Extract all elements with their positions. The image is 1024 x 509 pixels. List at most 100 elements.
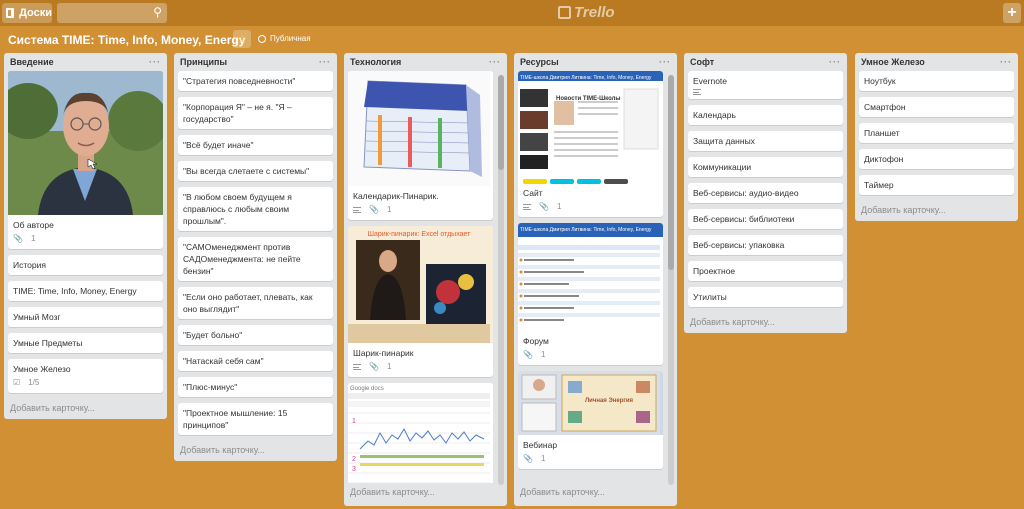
list-menu-icon[interactable]: ··· [829,57,841,67]
list-item[interactable]: "Если оно работает, плевать, как оно выг… [178,287,333,319]
card-google-sheet[interactable]: Google docs 1 2 3 [348,383,493,483]
card-site[interactable]: TIME-школа Дмитрия Литвина: Time, Info, … [518,71,663,217]
search-icon[interactable]: ⚲ [153,5,162,19]
card-title: Об авторе [13,220,54,230]
card-title: Утилиты [693,292,727,302]
card-smart-brain[interactable]: Умный Мозг [8,307,163,327]
list-item[interactable]: "Проектное мышление: 15 принципов" [178,403,333,435]
card-title: "Натаскай себя сам" [183,356,264,366]
label-blue [577,179,601,184]
list-item[interactable]: Проектное [688,261,843,281]
card-title: Веб-сервисы: упаковка [693,240,785,250]
list-item[interactable]: "Корпорация Я" – не я. "Я – государство" [178,97,333,129]
trello-logo[interactable]: Trello [558,4,615,21]
svg-text:3: 3 [352,466,356,473]
list-item[interactable]: "Будет больно" [178,325,333,345]
list-item[interactable]: "Натаскай себя сам" [178,351,333,371]
add-card-button[interactable]: Добавить карточку... [514,483,677,503]
card-evernote[interactable]: Evernote [688,71,843,99]
cover-caption: TIME-школа Дмитрия Литвина: Time, Info, … [518,71,663,81]
star-icon[interactable]: ☆ [233,30,251,48]
list-item[interactable]: Планшет [859,123,1014,143]
card-title: Планшет [864,128,900,138]
add-card-button[interactable]: Добавить карточку... [855,201,1018,221]
card-forum[interactable]: TIME-школа Дмитрия Литвина: Time, Info, … [518,223,663,365]
visibility-button[interactable]: Публичная [258,34,311,43]
list-item[interactable]: Ноутбук [859,71,1014,91]
list-item[interactable]: "САМОменеджмент против САДОменеджмента: … [178,237,333,281]
card-title: "В любом своем будущем я справлюсь с люб… [183,192,292,226]
scroll-thumb[interactable] [498,75,504,170]
attachment-icon: 📎 [369,205,379,214]
list-item[interactable]: "Плюс-минус" [178,377,333,397]
list-item[interactable]: Смартфон [859,97,1014,117]
card-title: Защита данных [693,136,755,146]
scroll-thumb[interactable] [668,75,674,270]
list-item[interactable]: Календарь [688,105,843,125]
list-item[interactable]: Веб-сервисы: упаковка [688,235,843,255]
list-item[interactable]: Веб-сервисы: библиотеки [688,209,843,229]
list-item[interactable]: Утилиты [688,287,843,307]
add-card-button[interactable]: Добавить карточку... [174,441,337,461]
scrollbar[interactable] [498,75,504,485]
card-history[interactable]: История [8,255,163,275]
list-item[interactable]: Коммуникации [688,157,843,177]
list-title[interactable]: Технология [350,57,401,67]
scrollbar[interactable] [668,75,674,485]
list-principy: Принципы ··· "Стратегия повседневности" … [174,53,337,461]
plus-icon[interactable]: + [1003,3,1021,23]
list-menu-icon[interactable]: ··· [489,57,501,67]
description-icon [693,89,701,95]
card-cover-image [348,71,493,186]
list-item[interactable]: "Стратегия повседневности" [178,71,333,91]
card-smart-things[interactable]: Умные Предметы [8,333,163,353]
list-title[interactable]: Ресурсы [520,57,559,67]
add-card-button[interactable]: Добавить карточку... [684,313,847,333]
cover-caption: Личная Энергия [584,398,634,404]
card-title: "Вы всегда слетаете с системы" [183,166,310,176]
card-title: Проектное [693,266,736,276]
add-card-button[interactable]: Добавить карточку... [4,399,167,419]
list-menu-icon[interactable]: ··· [149,57,161,67]
card-title: Форум [523,336,549,346]
card-about-author[interactable]: Об авторе 📎 1 [8,71,163,249]
list-menu-icon[interactable]: ··· [1000,57,1012,67]
card-title: Умный Мозг [13,312,61,322]
add-card-button[interactable]: Добавить карточку... [344,483,507,503]
card-time[interactable]: TIME: Time, Info, Money, Energy [8,281,163,301]
visibility-label: Публичная [270,34,311,43]
card-cover-image: Личная Энергия [518,371,663,435]
sharik-image [348,240,490,343]
cover-sub: Новости TIME-Школы [556,96,621,102]
boards-button[interactable]: Доски [2,3,52,23]
attachment-count: 1 [30,234,36,243]
list-item[interactable]: "В любом своем будущем я справлюсь с люб… [178,187,333,231]
list-item[interactable]: Таймер [859,175,1014,195]
list-item[interactable]: Веб-сервисы: аудио-видео [688,183,843,203]
svg-text:1: 1 [352,418,356,425]
card-cover-image: Google docs 1 2 3 [348,383,493,483]
attachment-count: 1 [540,454,546,463]
card-title: "Проектное мышление: 15 принципов" [183,408,288,430]
card-sharik-pinarik[interactable]: Шарик-пинарик: Excel отдыхает Шарик-пина… [348,226,493,377]
card-smart-hardware[interactable]: Умное Железо ☑ 1/5 [8,359,163,393]
list-item[interactable]: "Вы всегда слетаете с системы" [178,161,333,181]
list-title[interactable]: Принципы [180,57,227,67]
search-input[interactable]: ⚲ [57,3,167,23]
card-calendar-pinarik[interactable]: Календарик-Пинарик. 📎 1 [348,71,493,220]
card-title: Смартфон [864,102,906,112]
author-photo [8,71,163,215]
list-menu-icon[interactable]: ··· [659,57,671,67]
list-title[interactable]: Софт [690,57,714,67]
card-title: TIME: Time, Info, Money, Energy [13,286,137,296]
board-title[interactable]: Система TIME: Time, Info, Money, Energy [8,33,245,47]
card-title: "САМОменеджмент против САДОменеджмента: … [183,242,301,276]
list-menu-icon[interactable]: ··· [319,57,331,67]
list-title[interactable]: Введение [10,57,54,67]
list-item[interactable]: Защита данных [688,131,843,151]
cover-caption: Шарик-пинарик: Excel отдыхает [367,231,471,238]
list-item[interactable]: "Всё будет иначе" [178,135,333,155]
list-title[interactable]: Умное Железо [861,57,925,67]
list-item[interactable]: Диктофон [859,149,1014,169]
card-webinar[interactable]: Личная Энергия Вебинар 📎 1 [518,371,663,469]
